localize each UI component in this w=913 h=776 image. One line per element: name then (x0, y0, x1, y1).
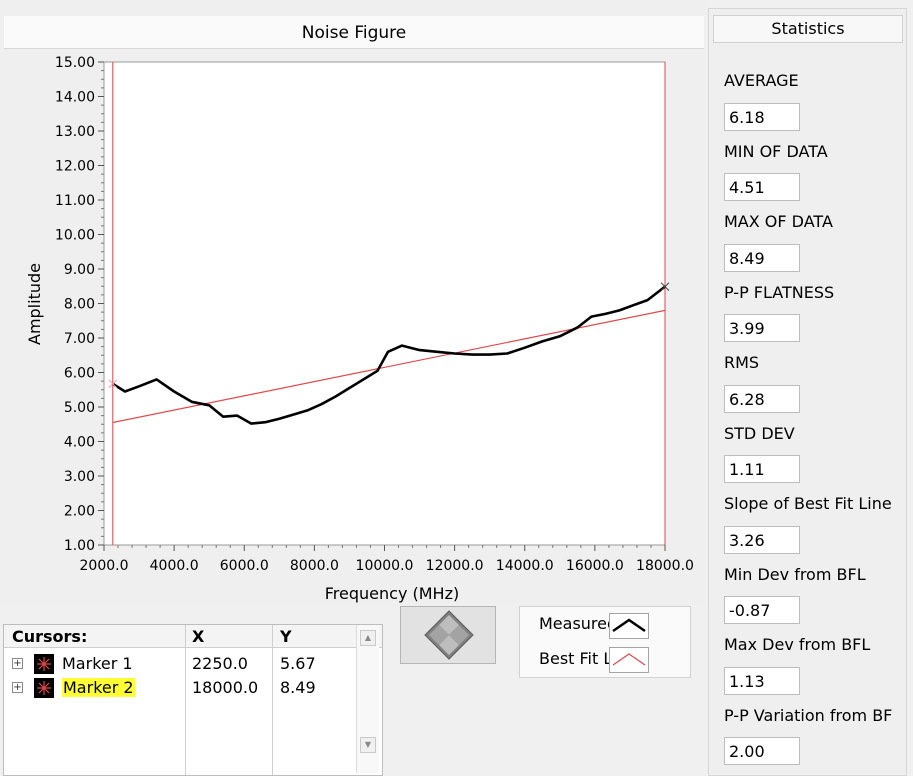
statistics-panel: Statistics AVERAGE 6.18 MIN OF DATA 4.51… (708, 8, 907, 776)
y-tick-label: 13.00 (55, 124, 95, 140)
stat-min-label: MIN OF DATA (724, 142, 828, 161)
cursor-marker-icon (34, 654, 54, 674)
y-tick-label: 5.00 (64, 400, 95, 416)
y-column-header: Y (280, 627, 292, 646)
cursor-y-value: 5.67 (280, 654, 316, 673)
y-tick-label: 8.00 (64, 297, 95, 313)
stat-pp-variation-value: 2.00 (724, 737, 800, 765)
x-tick-label: 18000.0 (636, 558, 694, 574)
graph-palette-button[interactable] (400, 606, 496, 664)
statistics-title: Statistics (713, 15, 903, 43)
x-tick-label: 10000.0 (356, 558, 414, 574)
y-tick-label: 15.00 (55, 55, 95, 71)
y-tick-label: 10.00 (55, 228, 95, 244)
stat-std-dev-value: 1.11 (724, 455, 800, 483)
plot-legend[interactable]: Measured Best Fit Line (519, 606, 691, 678)
expand-icon[interactable]: + (12, 658, 23, 669)
stat-average-value: 6.18 (724, 103, 800, 131)
stat-slope-value: 3.26 (724, 526, 800, 554)
x-axis-label: Frequency (MHz) (325, 584, 459, 603)
noise-figure-chart[interactable]: 1.00 2.00 3.00 4.00 5.00 6.00 7.00 8.00 9.00 10.0… (0, 0, 706, 606)
y-tick-label: 7.00 (64, 331, 95, 347)
cursor-table-scrollbar[interactable]: ▲ ▼ (356, 625, 379, 773)
measured-swatch-icon[interactable] (609, 613, 649, 639)
x-tick-label: 6000.0 (220, 558, 269, 574)
y-tick-label: 3.00 (64, 469, 95, 485)
y-tick-label: 1.00 (64, 538, 95, 554)
column-divider (185, 625, 186, 775)
column-divider (272, 625, 273, 775)
x-tick-label: 12000.0 (426, 558, 484, 574)
y-tick-label: 6.00 (64, 366, 95, 382)
stat-pp-flatness-value: 3.99 (724, 314, 800, 342)
stat-max-dev-value: 1.13 (724, 667, 800, 695)
four-way-arrows-icon (424, 610, 474, 660)
plot-area (103, 61, 666, 546)
x-tick-label: 16000.0 (566, 558, 624, 574)
stat-min-dev-value: -0.87 (724, 596, 800, 624)
stat-slope-label: Slope of Best Fit Line (724, 494, 892, 513)
noise-figure-graph-panel: Noise Figure 1.00 2.00 3.00 4.00 5.00 6.00 7.0… (0, 0, 706, 606)
y-tick-label: 12.00 (55, 159, 95, 175)
cursor-name[interactable]: Marker 1 (62, 654, 133, 673)
cursor-name[interactable]: Marker 2 (62, 678, 135, 697)
y-axis-label: Amplitude (25, 263, 44, 345)
stat-average-label: AVERAGE (724, 71, 799, 90)
cursor-column-header: Cursors: (12, 627, 88, 646)
cursor-table[interactable]: Cursors: X Y + Marker 1 2250.0 5.67 + Ma… (3, 624, 383, 776)
x-tick-label: 14000.0 (496, 558, 554, 574)
x-tick-label: 8000.0 (290, 558, 339, 574)
cursor-y-value: 8.49 (280, 678, 316, 697)
expand-icon[interactable]: + (12, 682, 23, 693)
y-tick-label: 11.00 (55, 193, 95, 209)
cursor-row-marker-2[interactable]: + Marker 2 18000.0 8.49 (4, 677, 356, 699)
stat-rms-value: 6.28 (724, 385, 800, 413)
cursor-marker-icon (34, 678, 54, 698)
x-tick-label: 4000.0 (150, 558, 199, 574)
y-tick-label: 14.00 (55, 90, 95, 106)
x-column-header: X (192, 627, 205, 646)
cursor-table-header: Cursors: X Y (4, 625, 382, 648)
y-tick-label: 2.00 (64, 504, 95, 520)
cursor-x-value: 18000.0 (192, 678, 259, 697)
y-tick-label: 9.00 (64, 262, 95, 278)
best-fit-swatch-icon[interactable] (609, 647, 649, 673)
stat-max-value: 8.49 (724, 244, 800, 272)
legend-label-measured: Measured (539, 614, 618, 633)
stat-pp-flatness-label: P-P FLATNESS (724, 283, 835, 302)
x-tick-label: 2000.0 (80, 558, 129, 574)
scroll-up-icon[interactable]: ▲ (360, 630, 376, 646)
stat-std-dev-label: STD DEV (724, 424, 795, 443)
stat-min-dev-label: Min Dev from BFL (724, 565, 866, 584)
stat-rms-label: RMS (724, 353, 760, 372)
cursor-x-value: 2250.0 (192, 654, 248, 673)
stat-min-value: 4.51 (724, 173, 800, 201)
stat-max-label: MAX OF DATA (724, 212, 833, 231)
y-tick-label: 4.00 (64, 435, 95, 451)
stat-pp-variation-label: P-P Variation from BF (724, 706, 893, 725)
cursor-row-marker-1[interactable]: + Marker 1 2250.0 5.67 (4, 653, 356, 675)
stat-max-dev-label: Max Dev from BFL (724, 635, 871, 654)
scroll-down-icon[interactable]: ▼ (360, 737, 376, 753)
